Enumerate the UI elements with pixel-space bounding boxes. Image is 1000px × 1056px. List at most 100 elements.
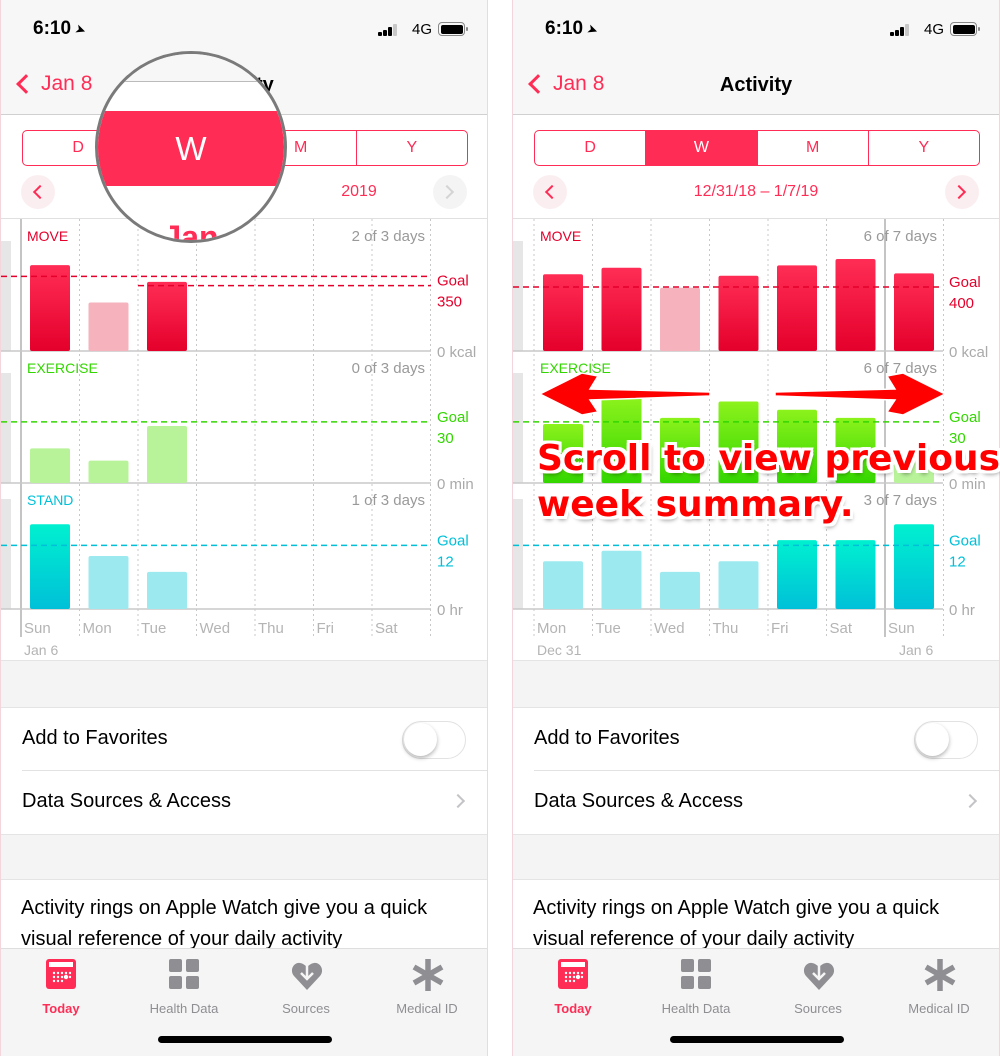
favorites-toggle[interactable] xyxy=(402,721,466,759)
day-label: Tue xyxy=(596,620,621,637)
bar-move xyxy=(660,287,700,351)
segment-month[interactable]: M xyxy=(758,131,869,165)
tab-medical-id[interactable]: Medical ID xyxy=(884,959,994,1016)
bar-move xyxy=(894,273,934,351)
goal-label: Goal xyxy=(437,409,469,426)
battery-icon xyxy=(438,22,468,36)
bar-stand xyxy=(660,571,700,609)
day-label: Wed xyxy=(200,620,231,637)
tab-label: Health Data xyxy=(149,1001,219,1016)
day-label: Fri xyxy=(317,620,335,637)
tab-health-data[interactable]: Health Data xyxy=(641,959,751,1016)
bar-move xyxy=(777,265,817,351)
time-text: 6:10 xyxy=(545,18,584,39)
day-label: Sun xyxy=(888,620,915,637)
goal-value: 12 xyxy=(949,553,966,570)
tab-health-data[interactable]: Health Data xyxy=(129,959,239,1016)
day-label: Fri xyxy=(771,620,789,637)
home-indicator[interactable] xyxy=(158,1036,332,1043)
back-button[interactable]: Jan 8 xyxy=(13,72,92,96)
day-label: Sat xyxy=(830,620,853,637)
home-indicator[interactable] xyxy=(670,1036,844,1043)
bar-move xyxy=(835,259,876,351)
day-label: Wed xyxy=(654,620,685,637)
segment-week[interactable]: W xyxy=(646,131,758,165)
next-week-button[interactable] xyxy=(945,175,979,209)
segment-year[interactable]: Y xyxy=(357,131,467,165)
tab-today[interactable]: Today xyxy=(518,959,628,1016)
data-sources-label: Data Sources & Access xyxy=(22,790,231,812)
day-label: Thu xyxy=(713,620,739,637)
data-sources-row[interactable]: Data Sources & Access xyxy=(513,771,999,834)
bar-stand xyxy=(894,524,934,609)
favorites-toggle[interactable] xyxy=(914,721,978,759)
activity-description: Activity rings on Apple Watch give you a… xyxy=(533,897,940,950)
end-date-label: Jan 6 xyxy=(899,642,933,658)
signal-icon xyxy=(378,24,400,36)
data-sources-row[interactable]: Data Sources & Access xyxy=(1,771,487,834)
chevron-left-icon xyxy=(16,74,36,94)
previous-week-ghost-bar xyxy=(513,241,523,351)
bar-exercise xyxy=(147,425,187,483)
tab-label: Sources xyxy=(794,1001,842,1016)
tab-label: Health Data xyxy=(661,1001,731,1016)
bar-stand xyxy=(777,540,817,609)
day-label: Mon xyxy=(537,620,566,637)
previous-week-ghost-bar xyxy=(1,373,11,483)
magnified-date-text: Jan xyxy=(163,219,219,243)
activity-chart-svg: MOVE 2 of 3 days Goal 350 0 kcal EXERCISE 0 of… xyxy=(1,219,476,658)
battery-icon xyxy=(950,22,980,36)
chevron-right-icon xyxy=(962,793,978,809)
goal-value: 30 xyxy=(437,430,454,447)
bar-stand xyxy=(30,524,70,609)
bar-move xyxy=(30,265,70,351)
asterisk-icon xyxy=(412,959,444,991)
left-arrow-icon xyxy=(540,372,711,416)
page-title: Activity xyxy=(719,74,793,96)
tab-sources[interactable]: Sources xyxy=(763,959,873,1016)
tab-today[interactable]: Today xyxy=(6,959,116,1016)
bar-stand xyxy=(718,561,759,609)
tab-medical-id[interactable]: Medical ID xyxy=(372,959,482,1016)
tab-sources[interactable]: Sources xyxy=(251,959,361,1016)
segment-day[interactable]: D xyxy=(535,131,647,165)
goal-label: Goal xyxy=(949,532,981,549)
activity-description: Activity rings on Apple Watch give you a… xyxy=(21,897,428,950)
next-week-button[interactable] xyxy=(433,175,467,209)
nav-bar: Jan 8 Activity xyxy=(513,60,999,115)
segment-year[interactable]: Y xyxy=(869,131,979,165)
goal-value: 400 xyxy=(949,295,974,312)
location-icon: ➤ xyxy=(584,20,601,39)
axis-unit-label: 0 min xyxy=(437,476,474,493)
status-bar: 6:10 ➤ 4G xyxy=(1,0,487,60)
bar-stand xyxy=(147,571,187,609)
tab-label: Today xyxy=(554,1001,592,1016)
heart-download-icon xyxy=(803,959,835,990)
series-label: EXERCISE xyxy=(27,360,98,376)
day-label: Thu xyxy=(258,620,284,637)
bar-move xyxy=(147,281,187,351)
section-separator xyxy=(1,660,487,708)
network-type: 4G xyxy=(923,21,944,38)
magnified-week-segment: W xyxy=(98,111,284,186)
chevron-right-icon xyxy=(450,793,466,809)
tab-label: Medical ID xyxy=(908,1001,970,1016)
grid-icon xyxy=(681,959,711,989)
magnified-navbar xyxy=(98,54,284,82)
series-label: STAND xyxy=(27,492,73,508)
toggle-knob xyxy=(404,723,437,756)
goal-summary: 1 of 3 days xyxy=(352,492,425,509)
heart-download-icon xyxy=(291,959,323,990)
section-separator xyxy=(513,834,999,880)
asterisk-icon xyxy=(924,959,956,991)
annotation-line-2: week summary. xyxy=(537,484,854,525)
chevron-right-icon xyxy=(439,184,455,200)
favorites-label: Add to Favorites xyxy=(534,727,680,749)
activity-chart[interactable]: MOVE 2 of 3 days Goal 350 0 kcal EXERCISE 0 of… xyxy=(1,218,487,660)
time-text: 6:10 xyxy=(33,18,72,39)
series-label: MOVE xyxy=(27,228,68,244)
status-time: 6:10 ➤ xyxy=(545,18,601,40)
bar-stand xyxy=(88,556,129,609)
goal-value: 12 xyxy=(437,553,454,570)
grid-icon xyxy=(169,959,199,989)
